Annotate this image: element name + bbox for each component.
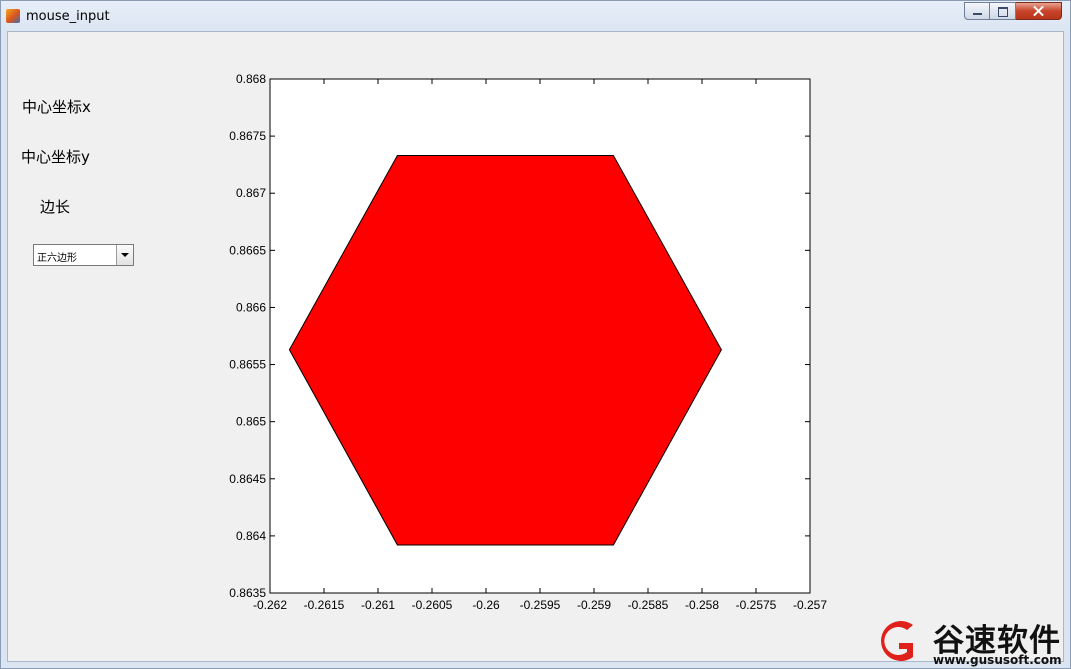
x-tick-label: -0.258 <box>685 598 719 612</box>
y-tick-label: 0.868 <box>236 72 266 86</box>
y-tick-label: 0.867 <box>236 186 266 200</box>
x-tick-label: -0.2585 <box>628 598 669 612</box>
matlab-icon <box>6 9 20 23</box>
x-tick-label: -0.2615 <box>304 598 345 612</box>
y-tick-label: 0.866 <box>236 300 266 314</box>
gususoft-logo <box>881 621 913 661</box>
title-bar[interactable]: mouse_input <box>1 1 1070 31</box>
x-tick-label: -0.259 <box>577 598 611 612</box>
y-tick-label: 0.8655 <box>229 358 266 372</box>
figure-area: 中心坐标x 中心坐标y 边长 正六边形 -0.262 -0.2615 -0.261-… <box>7 31 1064 662</box>
y-tick-label: 0.864 <box>236 529 266 543</box>
x-tick-label: -0.261 <box>361 598 395 612</box>
window-title: mouse_input <box>26 9 110 24</box>
y-tick-label: 0.8645 <box>229 472 266 486</box>
y-tick-label: 0.8665 <box>229 243 266 257</box>
app-window: mouse_input 中心坐标x 中心坐标y 边长 正六边形 -0.262 -0… <box>0 0 1071 669</box>
window-controls <box>964 2 1062 21</box>
y-tick-label: 0.8675 <box>229 129 266 143</box>
plot-canvas: -0.262 -0.2615 -0.261 -0.2605 -0.26 -0.2595 -0… <box>229 72 827 612</box>
watermark: 谷速软件 www.gususoft.com <box>873 613 1071 669</box>
x-tick-label: -0.2605 <box>412 598 453 612</box>
x-tick-label: -0.2595 <box>520 598 561 612</box>
watermark-url: www.gususoft.com <box>933 653 1062 667</box>
close-button[interactable] <box>1016 2 1062 20</box>
maximize-button[interactable] <box>990 2 1016 20</box>
minimize-button[interactable] <box>964 2 990 20</box>
x-tick-label: -0.2575 <box>736 598 777 612</box>
x-tick-label: -0.26 <box>472 598 500 612</box>
y-tick-label: 0.865 <box>236 415 266 429</box>
y-tick-label: 0.8635 <box>229 586 266 600</box>
x-tick-label: -0.262 <box>253 598 287 612</box>
x-tick-label: -0.257 <box>793 598 827 612</box>
